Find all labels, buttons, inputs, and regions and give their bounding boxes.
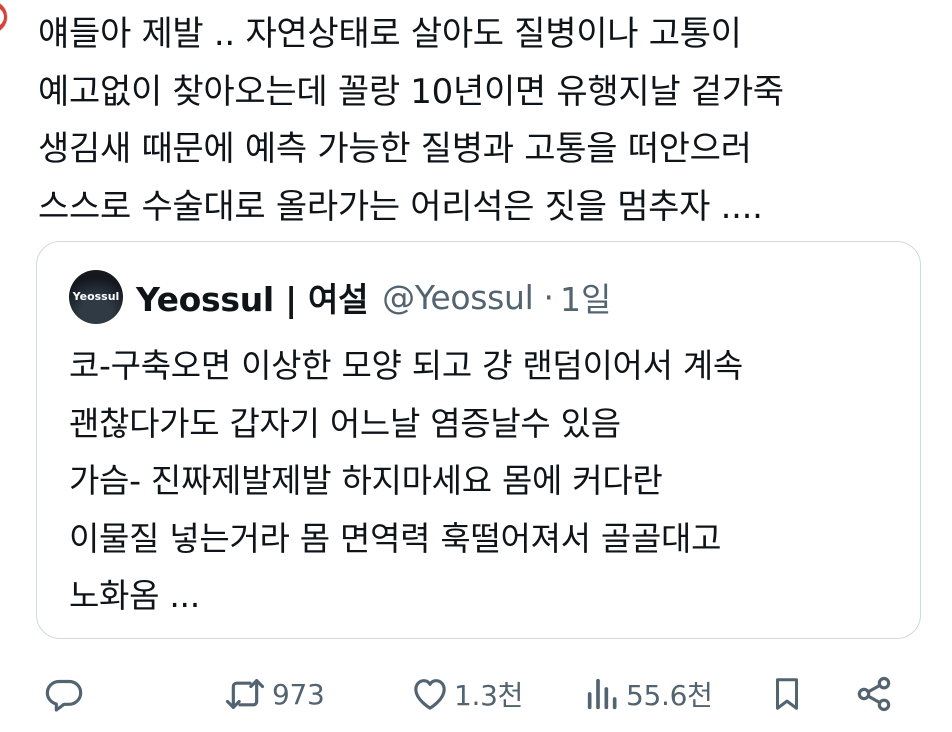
tweet-page: 얘들아 제발 .. 자연상태로 살아도 질병이나 고통이 예고없이 찾아오는데 … [0, 0, 952, 732]
views-count: 55.6천 [626, 679, 713, 712]
quoted-tweet-text: 코-구축오면 이상한 모양 되고 걍 랜덤이어서 계속 괜찮다가도 갑자기 어느… [69, 346, 743, 615]
repost-icon [225, 679, 265, 709]
quoted-author-name[interactable]: Yeossul | 여설 [136, 273, 368, 321]
share-button[interactable] [854, 664, 894, 724]
tweet-action-bar: 973 1.3천 55.6천 [0, 664, 952, 724]
views-button[interactable]: 55.6천 [584, 664, 713, 724]
repost-count: 973 [272, 677, 325, 711]
meta-separator: · [543, 277, 555, 317]
author-avatar[interactable] [0, 0, 8, 34]
quoted-author-handle[interactable]: @Yeossul [382, 278, 534, 317]
avatar-logo-text: Yeossul [72, 290, 120, 303]
quoted-author-avatar[interactable]: Yeossul [69, 270, 123, 324]
bookmark-icon [775, 678, 799, 710]
views-icon [587, 678, 617, 710]
bookmark-button[interactable] [768, 664, 806, 724]
like-button[interactable]: 1.3천 [410, 664, 523, 724]
share-icon [857, 676, 891, 712]
quoted-tweet-time[interactable]: 1일 [560, 273, 611, 321]
repost-button[interactable]: 973 [222, 664, 325, 724]
tweet-text: 얘들아 제발 .. 자연상태로 살아도 질병이나 고통이 예고없이 찾아오는데 … [38, 14, 784, 227]
quoted-tweet-header: Yeossul Yeossul | 여설 @Yeossul · 1일 [69, 270, 611, 324]
like-count: 1.3천 [454, 679, 524, 712]
reply-icon [45, 679, 83, 712]
reply-button[interactable] [44, 664, 84, 724]
quoted-tweet-card[interactable]: Yeossul Yeossul | 여설 @Yeossul · 1일 코-구축오… [36, 241, 921, 639]
heart-icon [414, 679, 446, 710]
